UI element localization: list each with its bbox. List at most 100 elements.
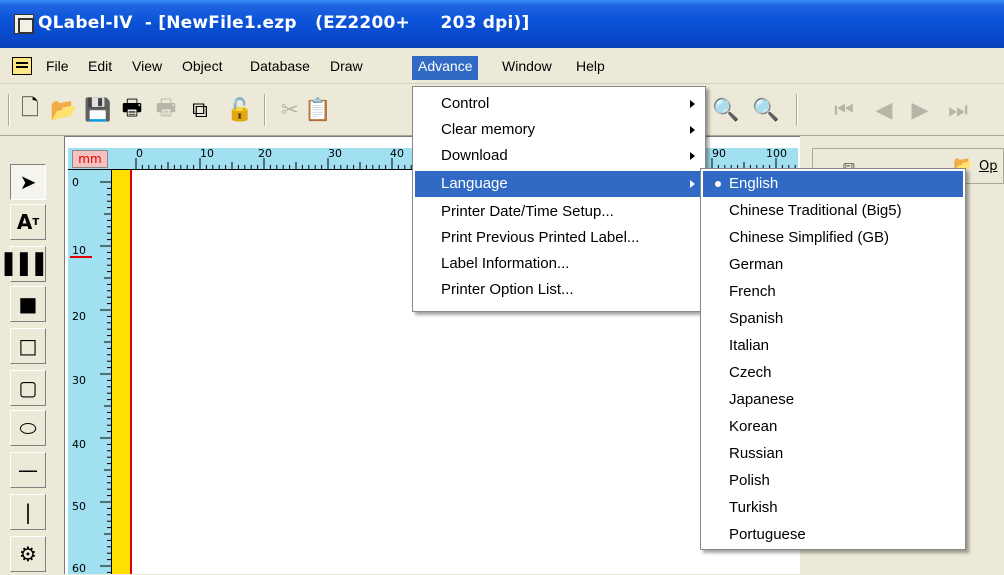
language-option[interactable]: Japanese (703, 387, 963, 413)
menu-database[interactable]: Database (244, 56, 316, 80)
zoom-in-icon[interactable]: 🔍 (752, 96, 780, 124)
submenu-arrow-icon (690, 152, 695, 160)
menu-window[interactable]: Window (496, 56, 558, 80)
language-option[interactable]: French (703, 279, 963, 305)
language-label: Czech (729, 364, 772, 381)
language-option[interactable]: Portuguese (703, 522, 963, 548)
open-folder-icon[interactable]: 📂 (50, 96, 78, 124)
ruler-label: 20 (258, 147, 272, 160)
title-bar[interactable]: QLabel-IV - [NewFile1.ezp (EZ2200+ 203 d… (0, 0, 1004, 48)
first-page-icon[interactable]: ⏮ (830, 96, 858, 124)
menu-item-label: Clear memory (441, 121, 536, 138)
menu-advance[interactable]: Advance (412, 56, 479, 80)
menu-item-download[interactable]: Download (415, 143, 703, 169)
menu-draw[interactable]: Draw (324, 56, 369, 80)
language-option[interactable]: Spanish (703, 306, 963, 332)
vertical-ruler: 0 10 20 30 40 50 60 (68, 170, 112, 575)
image-tool-icon[interactable]: ⚙ (10, 536, 46, 572)
paste-icon[interactable]: 📋 (304, 96, 332, 124)
cut-icon[interactable]: ✂ (276, 96, 304, 124)
vertical-line-icon[interactable]: | (10, 494, 46, 530)
language-label: Chinese Simplified (GB) (729, 229, 890, 246)
select-arrow-icon[interactable]: ➤ (10, 164, 46, 200)
menu-item-printer-option-list[interactable]: Printer Option List... (415, 277, 703, 303)
menu-help[interactable]: Help (570, 56, 611, 80)
toolbar-grip (8, 94, 10, 126)
language-label: Japanese (729, 391, 795, 408)
ruler-label: 0 (72, 176, 79, 189)
language-option[interactable]: Italian (703, 333, 963, 359)
barcode-tool-icon[interactable]: ▌▌▌ (5, 246, 51, 282)
submenu-arrow-icon (690, 126, 695, 134)
menu-item-label: Download (441, 147, 508, 164)
language-label: German (729, 256, 784, 273)
rounded-rectangle-icon[interactable]: ▢ (10, 370, 46, 406)
language-label: Portuguese (729, 526, 806, 543)
language-label: Turkish (729, 499, 778, 516)
menu-item-label: Printer Date/Time Setup... (441, 203, 614, 220)
next-page-icon[interactable]: ▶ (906, 96, 934, 124)
menu-edit[interactable]: Edit (82, 56, 118, 80)
toolbar-separator (796, 94, 798, 126)
language-submenu: English Chinese Traditional (Big5) Chine… (700, 168, 966, 550)
menu-item-print-previous[interactable]: Print Previous Printed Label... (415, 225, 703, 251)
menu-bar: File Edit View Object Database Draw Adva… (0, 48, 1004, 84)
vertical-ruler-ticks (100, 181, 112, 573)
menu-view[interactable]: View (126, 56, 168, 80)
menu-item-label-information[interactable]: Label Information... (415, 251, 703, 277)
language-option[interactable]: Russian (703, 441, 963, 467)
language-option[interactable]: Polish (703, 468, 963, 494)
menu-item-label: Printer Option List... (441, 281, 574, 298)
language-label: French (729, 283, 776, 300)
language-option-english[interactable]: English (703, 171, 963, 197)
copy-icon[interactable]: ⧉ (186, 96, 214, 124)
submenu-arrow-icon (690, 180, 695, 188)
ruler-label: 100 (766, 147, 787, 160)
language-option[interactable]: Czech (703, 360, 963, 386)
language-option[interactable]: German (703, 252, 963, 278)
print-preview-icon[interactable]: 🖶 (152, 96, 180, 124)
menu-item-clear-memory[interactable]: Clear memory (415, 117, 703, 143)
open-button[interactable]: Op (979, 159, 997, 174)
language-label: Polish (729, 472, 770, 489)
ellipse-icon[interactable]: ⬭ (10, 410, 46, 446)
language-option[interactable]: Chinese Traditional (Big5) (703, 198, 963, 224)
menu-file[interactable]: File (40, 56, 75, 80)
unlock-icon[interactable]: 🔓 (226, 96, 254, 124)
ruler-label: 40 (72, 438, 86, 451)
ruler-label: 0 (136, 147, 143, 160)
advance-menu: Control Clear memory Download Language P… (412, 86, 706, 312)
text-tool-icon[interactable]: AT (10, 204, 46, 240)
app-icon[interactable] (14, 14, 34, 34)
ruler-label: 40 (390, 147, 404, 160)
language-option[interactable]: Turkish (703, 495, 963, 521)
language-label: Spanish (729, 310, 784, 327)
rectangle-icon[interactable]: □ (10, 328, 46, 364)
menu-item-printer-date-time[interactable]: Printer Date/Time Setup... (415, 199, 703, 225)
submenu-arrow-icon (690, 100, 695, 108)
new-file-icon[interactable]: 🗋 (16, 96, 44, 124)
save-icon[interactable]: 💾 (84, 96, 112, 124)
language-option[interactable]: Chinese Simplified (GB) (703, 225, 963, 251)
ruler-label: 30 (328, 147, 342, 160)
ruler-label: 50 (72, 500, 86, 513)
document-menu-icon[interactable] (12, 57, 32, 75)
zoom-out-icon[interactable]: 🔍 (712, 96, 740, 124)
filled-rectangle-icon[interactable]: ■ (10, 286, 46, 322)
ruler-label: 30 (72, 374, 86, 387)
menu-item-label: Print Previous Printed Label... (441, 229, 640, 246)
horizontal-line-icon[interactable]: — (10, 452, 46, 488)
menu-object[interactable]: Object (176, 56, 228, 80)
ruler-unit-label[interactable]: mm (72, 150, 108, 168)
last-page-icon[interactable]: ⏭ (944, 96, 972, 124)
language-option[interactable]: Korean (703, 414, 963, 440)
menu-item-label: Control (441, 95, 490, 112)
menu-item-language[interactable]: Language (415, 171, 703, 197)
tool-palette: ➤ AT ▌▌▌ ■ □ ▢ ⬭ — | ⚙ (5, 160, 51, 574)
selected-bullet-icon (715, 181, 721, 187)
ruler-label: 10 (72, 244, 86, 257)
previous-page-icon[interactable]: ◀ (870, 96, 898, 124)
ruler-label: 90 (712, 147, 726, 160)
menu-item-control[interactable]: Control (415, 91, 703, 117)
print-icon[interactable]: 🖶 (118, 96, 146, 124)
